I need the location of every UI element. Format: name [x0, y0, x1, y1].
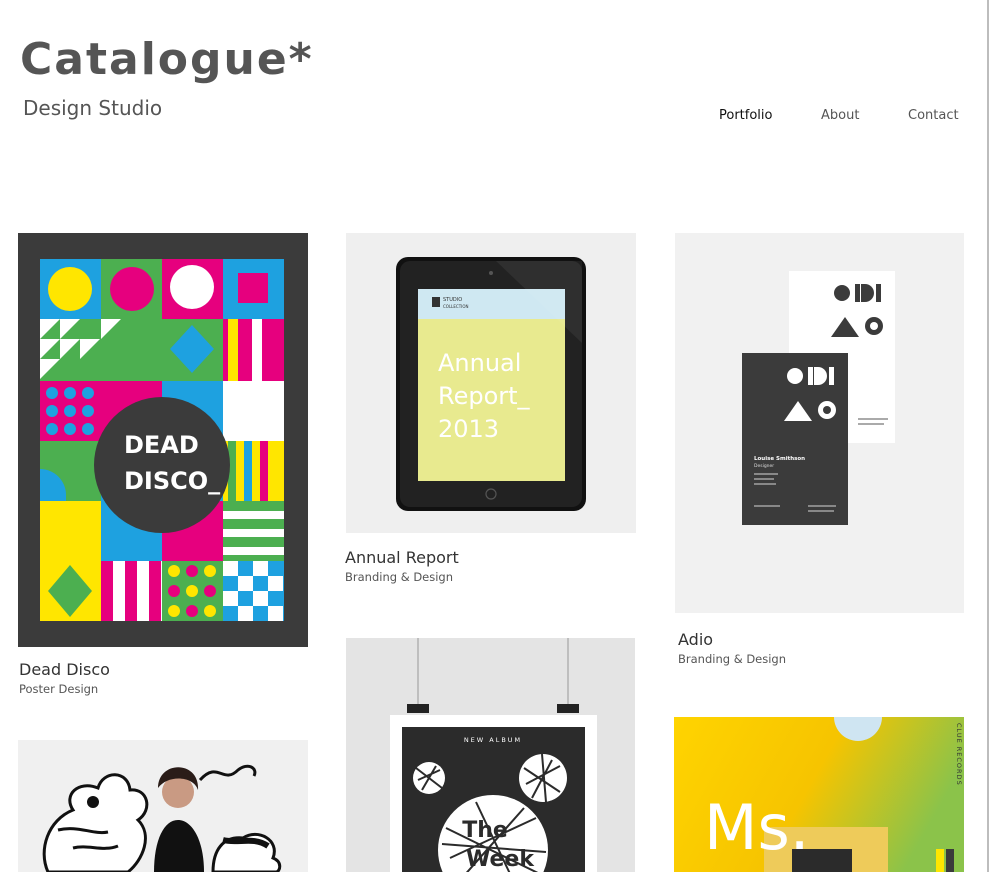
the-week-art-label: NEW ALBUM — [464, 736, 522, 744]
card-title[interactable]: Annual Report — [345, 548, 459, 567]
annual-report-art-line-3: 2013 — [438, 415, 499, 443]
annual-report-art-collection: COLLECTION — [443, 304, 468, 309]
site-tagline: Design Studio — [23, 96, 163, 120]
the-week-poster-art: NEW ALBUM The Week — [390, 638, 597, 872]
illustration-thumbnail[interactable] — [18, 740, 308, 872]
the-week-art-line-2: Week — [466, 847, 535, 872]
card-category: Branding & Design — [678, 652, 787, 666]
dead-disco-poster-art: DEAD DISCO_ — [40, 259, 284, 621]
ms-thumbnail[interactable]: Ms. CLUE RECORDS — [674, 717, 964, 872]
annual-report-art-line-2: Report_ — [438, 382, 531, 410]
illustration-art — [42, 764, 282, 872]
annual-report-thumbnail[interactable]: STUDIO COLLECTION Annual Report_ 2013 — [346, 233, 636, 533]
dead-disco-art-text-1: DEAD — [124, 431, 199, 459]
annual-report-art-studio: STUDIO — [443, 297, 462, 303]
ms-art-label: CLUE RECORDS — [955, 723, 963, 786]
brand[interactable]: Catalogue* Design Studio — [20, 30, 314, 120]
dead-disco-art-text-2: DISCO_ — [124, 467, 220, 495]
adio-card-name: Louise Smithson — [754, 456, 805, 462]
nav-portfolio[interactable]: Portfolio — [719, 108, 772, 123]
adio-thumbnail[interactable]: Louise Smithson Designer — [675, 233, 964, 613]
card-category: Poster Design — [19, 682, 99, 696]
nav-about[interactable]: About — [821, 108, 859, 123]
the-week-thumbnail[interactable]: NEW ALBUM The Week — [346, 638, 635, 872]
card-category: Branding & Design — [345, 570, 454, 584]
adio-card-role: Designer — [754, 463, 774, 469]
card-title[interactable]: Dead Disco — [19, 660, 110, 679]
the-week-art-line-1: The — [462, 818, 508, 843]
card-title[interactable]: Adio — [678, 630, 713, 649]
ms-art-title: Ms. — [704, 791, 810, 864]
adio-business-cards-art: Louise Smithson Designer — [742, 271, 895, 525]
ms-poster-art: Ms. CLUE RECORDS — [674, 717, 964, 872]
site-logo-title[interactable]: Catalogue* — [20, 30, 314, 90]
dead-disco-thumbnail[interactable]: DEAD DISCO_ — [18, 233, 308, 647]
annual-report-art-line-1: Annual — [438, 349, 521, 377]
nav-contact[interactable]: Contact — [908, 108, 959, 123]
annual-report-tablet-art: STUDIO COLLECTION Annual Report_ 2013 — [396, 257, 586, 511]
